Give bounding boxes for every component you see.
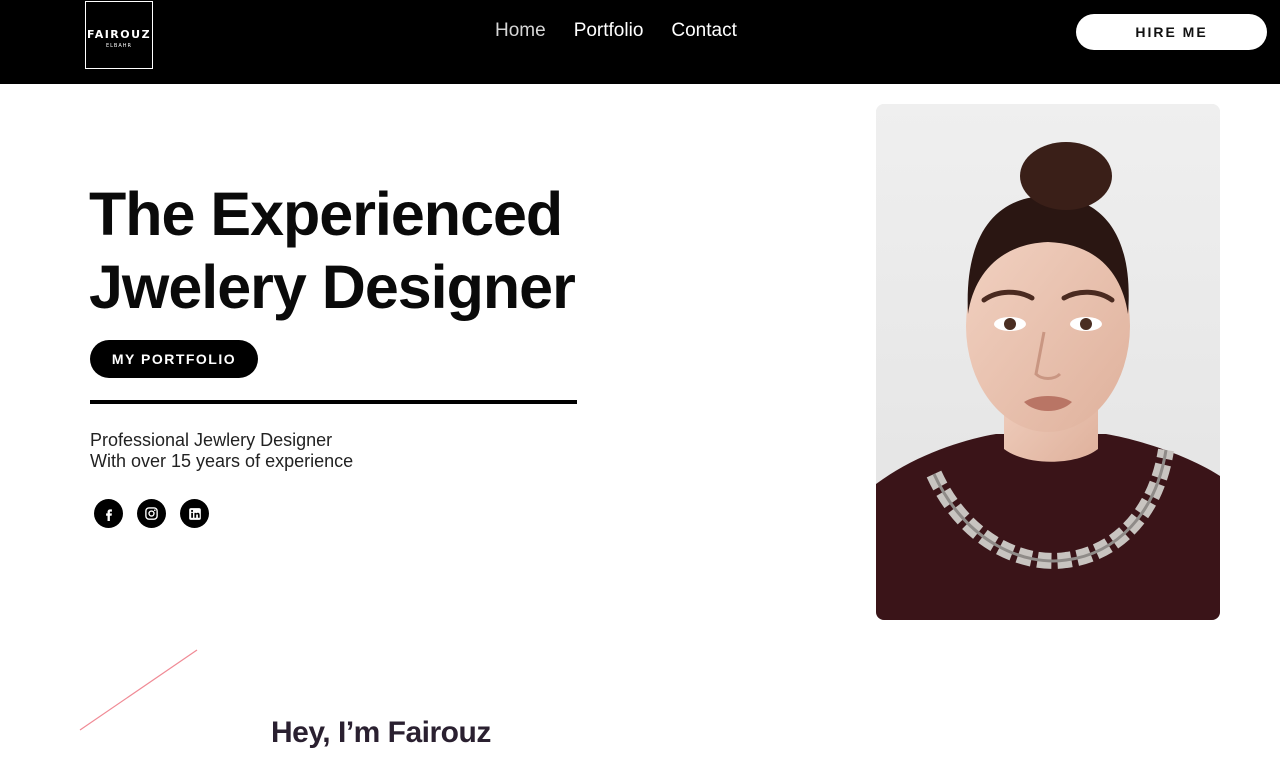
hero-tagline: Professional Jewlery Designer With over … (90, 430, 353, 472)
nav-contact[interactable]: Contact (671, 20, 736, 42)
hero-title-line1: The Experienced (89, 180, 563, 248)
my-portfolio-button[interactable]: MY PORTFOLIO (90, 340, 258, 378)
decorative-accent-line (79, 649, 198, 731)
tagline-line1: Professional Jewlery Designer (90, 430, 333, 450)
designer-portrait (876, 104, 1220, 620)
hero-title-line2: Jwelery Designer (89, 253, 576, 321)
hire-me-button[interactable]: HIRE ME (1076, 14, 1267, 50)
tagline-line2: With over 15 years of experience (90, 451, 354, 471)
nav-home[interactable]: Home (495, 20, 546, 42)
facebook-icon (105, 508, 112, 521)
hero-title: The Experienced Jwelery Designer (89, 178, 576, 324)
brand-logo[interactable]: FAIROUZ ELBAHR (85, 1, 153, 69)
main-nav: Home Portfolio Contact (495, 20, 737, 42)
linkedin-icon (188, 507, 201, 520)
linkedin-link[interactable] (180, 499, 209, 528)
site-header: FAIROUZ ELBAHR Home Portfolio Contact HI… (0, 0, 1280, 84)
portrait-illustration (876, 104, 1220, 620)
facebook-link[interactable] (94, 499, 123, 528)
nav-portfolio[interactable]: Portfolio (574, 20, 644, 42)
about-heading: Hey, I’m Fairouz (271, 716, 491, 749)
instagram-icon (145, 507, 158, 520)
hero-divider (90, 400, 577, 404)
brand-logo-surname: ELBAHR (105, 43, 133, 49)
social-links (94, 499, 209, 528)
brand-logo-name: FAIROUZ (86, 28, 152, 41)
instagram-link[interactable] (137, 499, 166, 528)
